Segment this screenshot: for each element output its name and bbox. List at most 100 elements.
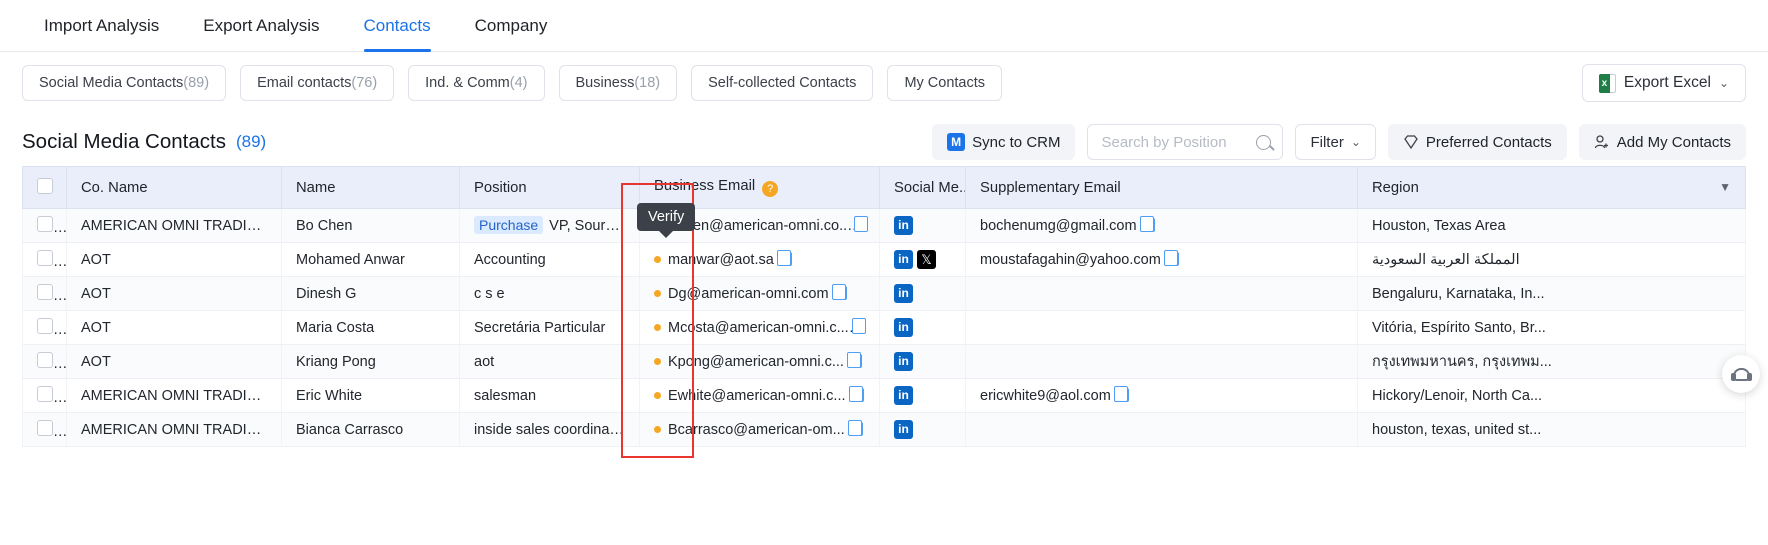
- copy-icon[interactable]: [847, 419, 863, 436]
- business-email-text: Kpong@american-omni.c...: [668, 353, 844, 370]
- sync-to-crm-button[interactable]: M Sync to CRM: [932, 124, 1076, 160]
- cell-position: inside sales coordinator: [459, 412, 640, 447]
- col-header-co-name[interactable]: Co. Name: [66, 166, 282, 209]
- copy-icon[interactable]: [1113, 385, 1129, 402]
- search-icon[interactable]: [1256, 134, 1272, 150]
- chip-business[interactable]: Business (18): [558, 65, 678, 101]
- filter-label: Filter: [1310, 133, 1344, 151]
- table-row[interactable]: AOT Dinesh G c s e Dg@american-omni.com …: [22, 276, 1746, 311]
- table-header-row: Co. Name Name Position Business Email? S…: [22, 166, 1746, 209]
- table-row[interactable]: AMERICAN OMNI TRADING CO... Bianca Carra…: [22, 412, 1746, 447]
- table-row[interactable]: AMERICAN OMNI TRADING CO Eric White sale…: [22, 378, 1746, 413]
- position-text: VP, Sourcing an...: [549, 218, 638, 234]
- chip-my-contacts[interactable]: My Contacts: [887, 65, 1003, 101]
- linkedin-icon[interactable]: in: [894, 216, 913, 235]
- cell-region: Vitória, Espírito Santo, Br...: [1357, 310, 1746, 345]
- cell-company: AOT: [66, 310, 282, 345]
- cell-region: Hickory/Lenoir, North Ca...: [1357, 378, 1746, 413]
- linkedin-icon[interactable]: in: [894, 420, 913, 439]
- linkedin-icon[interactable]: in: [894, 284, 913, 303]
- row-checkbox[interactable]: [37, 351, 53, 368]
- select-all-header: [22, 166, 67, 209]
- supplementary-email-text: bochenumg@gmail.com: [980, 217, 1137, 234]
- add-my-contacts-button[interactable]: Add My Contacts: [1578, 124, 1746, 160]
- cell-business-email: Dg@american-omni.com: [639, 276, 880, 311]
- row-select-cell: [22, 242, 67, 277]
- linkedin-icon[interactable]: in: [894, 318, 913, 337]
- row-checkbox[interactable]: [37, 215, 53, 232]
- table-row[interactable]: AOT Maria Costa Secretária Particular Mc…: [22, 310, 1746, 345]
- row-select-cell: [22, 344, 67, 379]
- chip-social-media-contacts[interactable]: Social Media Contacts (89): [22, 65, 227, 101]
- status-dot-icon: [654, 324, 661, 332]
- linkedin-icon[interactable]: in: [894, 386, 913, 405]
- row-checkbox[interactable]: [37, 419, 53, 436]
- row-checkbox[interactable]: [37, 317, 53, 334]
- filter-button[interactable]: Filter ⌄: [1295, 124, 1376, 160]
- linkedin-icon[interactable]: in: [894, 352, 913, 371]
- header-actions: M Sync to CRM Filter ⌄ Preferred Contact…: [932, 124, 1746, 160]
- business-email-text: Mcosta@american-omni.c...: [668, 319, 849, 336]
- row-checkbox[interactable]: [37, 385, 53, 402]
- copy-icon[interactable]: [776, 249, 792, 266]
- copy-icon[interactable]: [846, 351, 862, 368]
- top-navigation: Import Analysis Export Analysis Contacts…: [0, 0, 1768, 52]
- cell-name: Maria Costa: [281, 310, 460, 345]
- select-all-checkbox[interactable]: [37, 177, 53, 194]
- copy-icon[interactable]: [854, 215, 870, 232]
- row-select-cell: [22, 310, 67, 345]
- cell-supplementary-email: [965, 344, 1358, 379]
- chip-label: Ind. & Comm: [425, 75, 510, 91]
- tab-company[interactable]: Company: [453, 0, 570, 52]
- linkedin-icon[interactable]: in: [894, 250, 913, 269]
- tab-contacts[interactable]: Contacts: [342, 0, 453, 52]
- cell-region: houston, texas, united st...: [1357, 412, 1746, 447]
- cell-business-email: Ewhite@american-omni.c...: [639, 378, 880, 413]
- copy-icon[interactable]: [1139, 215, 1155, 232]
- cell-position: aot: [459, 344, 640, 379]
- preferred-contacts-button[interactable]: Preferred Contacts: [1387, 124, 1567, 160]
- col-header-region[interactable]: Region ▼: [1357, 166, 1746, 209]
- search-input[interactable]: [1099, 132, 1257, 152]
- help-icon[interactable]: ?: [762, 181, 779, 197]
- cell-supplementary-email: bochenumg@gmail.com: [965, 208, 1358, 243]
- col-header-social-media[interactable]: Social Me...: [879, 166, 966, 209]
- support-headset-button[interactable]: [1722, 355, 1760, 393]
- copy-icon[interactable]: [831, 283, 847, 300]
- section-header: Social Media Contacts (89) M Sync to CRM…: [0, 118, 1768, 166]
- cell-social: in: [879, 208, 966, 243]
- chip-ind-comm[interactable]: Ind. & Comm (4): [408, 65, 545, 101]
- filter-funnel-icon[interactable]: ▼: [1719, 180, 1731, 194]
- chip-self-collected-contacts[interactable]: Self-collected Contacts: [691, 65, 874, 101]
- export-excel-button[interactable]: Export Excel ⌄: [1581, 64, 1746, 102]
- cell-position: Secretária Particular: [459, 310, 640, 345]
- search-position-box[interactable]: [1087, 124, 1284, 160]
- cell-position: Purchase VP, Sourcing an...: [459, 208, 640, 243]
- chip-label: Social Media Contacts: [39, 75, 184, 91]
- row-checkbox[interactable]: [37, 283, 53, 300]
- col-header-name[interactable]: Name: [281, 166, 460, 209]
- headset-icon: [1730, 367, 1752, 381]
- cell-social: in: [879, 412, 966, 447]
- export-excel-label: Export Excel: [1623, 74, 1711, 91]
- col-header-position[interactable]: Position: [459, 166, 640, 209]
- chip-email-contacts[interactable]: Email contacts (76): [240, 65, 395, 101]
- business-email-text: Bchen@american-omni.co...: [668, 217, 852, 234]
- sync-to-crm-label: Sync to CRM: [972, 133, 1061, 151]
- table-row[interactable]: AMERICAN OMNI TRADING Bo Chen Purchase VP…: [22, 208, 1746, 243]
- tab-import-analysis[interactable]: Import Analysis: [22, 0, 181, 52]
- row-select-cell: [22, 412, 67, 447]
- cell-name: Bianca Carrasco: [281, 412, 460, 447]
- tab-export-analysis[interactable]: Export Analysis: [181, 0, 341, 52]
- col-header-supplementary-email[interactable]: Supplementary Email: [965, 166, 1358, 209]
- row-checkbox[interactable]: [37, 249, 53, 266]
- chip-count: (89): [183, 75, 210, 91]
- copy-icon[interactable]: [1163, 249, 1179, 266]
- x-twitter-icon[interactable]: 𝕏: [917, 250, 936, 269]
- table-row[interactable]: AOT Kriang Pong aot Kpong@american-omni.…: [22, 344, 1746, 379]
- copy-icon[interactable]: [851, 317, 867, 334]
- contacts-table-wrap: Co. Name Name Position Business Email? S…: [0, 166, 1768, 447]
- copy-icon[interactable]: [848, 385, 864, 402]
- cell-name: Mohamed Anwar: [281, 242, 460, 277]
- table-row[interactable]: AOT Mohamed Anwar Accounting manwar@aot.…: [22, 242, 1746, 277]
